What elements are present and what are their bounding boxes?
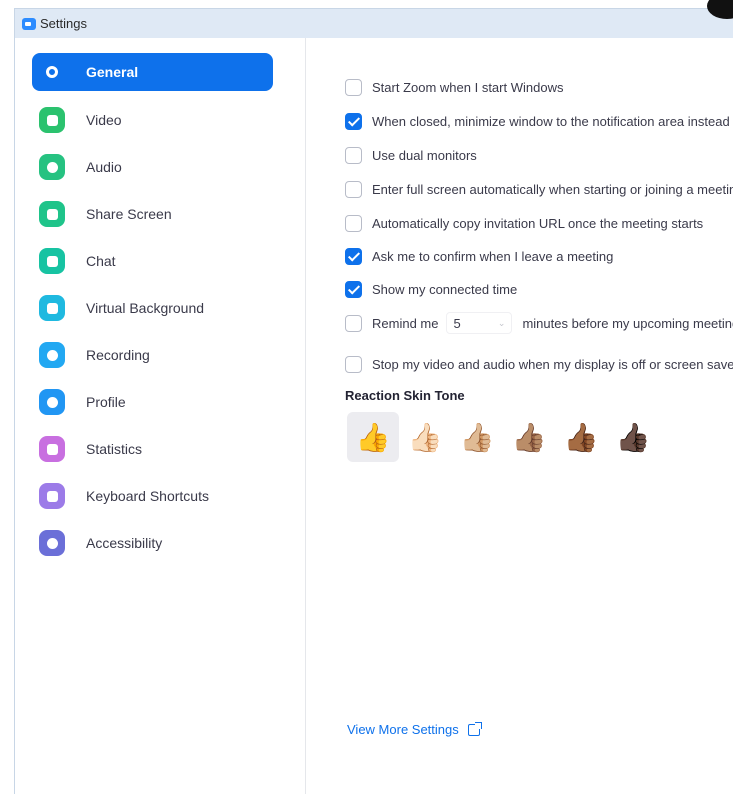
option-label: Use dual monitors <box>372 147 477 163</box>
option-stop-video-display-off[interactable]: Stop my video and audio when my display … <box>345 354 733 374</box>
view-more-settings-label: View More Settings <box>347 722 459 737</box>
option-copy-invite-url[interactable]: Automatically copy invitation URL once t… <box>345 213 703 233</box>
skin-tone-medium[interactable]: 👍🏽 <box>503 412 555 462</box>
recording-icon <box>39 342 65 368</box>
skin-tone-light[interactable]: 👍🏻 <box>399 412 451 462</box>
sidebar-item-label: Chat <box>86 253 116 269</box>
statistics-icon <box>39 436 65 462</box>
keyboard-icon <box>39 483 65 509</box>
skin-tone-default[interactable]: 👍 <box>347 412 399 462</box>
option-connected-time[interactable]: Show my connected time <box>345 279 517 299</box>
option-confirm-leave[interactable]: Ask me to confirm when I leave a meeting <box>345 246 613 266</box>
sidebar-item-recording[interactable]: Recording <box>32 336 273 374</box>
corner-shape <box>707 0 733 19</box>
sidebar-item-label: Audio <box>86 159 122 175</box>
external-link-icon <box>467 721 482 736</box>
skin-tone-dark[interactable]: 👍🏿 <box>607 412 659 462</box>
checkbox[interactable] <box>345 280 362 298</box>
skin-tone-medium-dark[interactable]: 👍🏾 <box>555 412 607 462</box>
zoom-app-icon <box>22 17 36 30</box>
option-auto-fullscreen[interactable]: Enter full screen automatically when sta… <box>345 179 733 199</box>
option-label: Remind me <box>372 315 439 331</box>
sidebar-item-label: Video <box>86 112 122 128</box>
checkbox[interactable] <box>345 146 362 164</box>
title-bar: Settings <box>14 0 733 38</box>
option-label-suffix: minutes before my upcoming meetings <box>522 315 733 331</box>
sidebar-item-profile[interactable]: Profile <box>32 383 273 421</box>
sidebar-item-statistics[interactable]: Statistics <box>32 430 273 468</box>
reaction-skin-tone-title: Reaction Skin Tone <box>345 388 465 403</box>
checkbox[interactable] <box>345 314 362 332</box>
view-more-settings-link[interactable]: View More Settings <box>347 721 482 737</box>
virtual-background-icon <box>39 295 65 321</box>
option-start-with-windows[interactable]: Start Zoom when I start Windows <box>345 77 563 97</box>
option-label: Stop my video and audio when my display … <box>372 356 733 372</box>
sidebar-item-label: General <box>86 64 139 80</box>
window-title: Settings <box>40 16 87 31</box>
stepper-value: 5 <box>453 315 461 331</box>
option-label: When closed, minimize window to the noti… <box>372 113 733 129</box>
option-minimize-to-tray[interactable]: When closed, minimize window to the noti… <box>345 111 733 131</box>
sidebar-item-video[interactable]: Video <box>32 101 273 139</box>
sidebar-item-label: Accessibility <box>86 535 163 551</box>
general-settings-panel: Start Zoom when I start Windows When clo… <box>307 38 733 794</box>
sidebar-item-label: Keyboard Shortcuts <box>86 488 209 504</box>
headphones-icon <box>39 154 65 180</box>
sidebar-item-label: Recording <box>86 347 150 363</box>
checkbox[interactable] <box>345 355 362 373</box>
checkbox[interactable] <box>345 78 362 96</box>
sidebar: General Video Audio Share Screen Chat Vi… <box>15 38 306 794</box>
accessibility-icon <box>39 530 65 556</box>
sidebar-item-keyboard-shortcuts[interactable]: Keyboard Shortcuts <box>32 477 273 515</box>
checkbox[interactable] <box>345 180 362 198</box>
profile-icon <box>39 389 65 415</box>
sidebar-item-share-screen[interactable]: Share Screen <box>32 195 273 233</box>
sidebar-item-label: Statistics <box>86 441 143 457</box>
remind-minutes-stepper[interactable]: 5 ⌄ <box>446 312 513 334</box>
option-dual-monitors[interactable]: Use dual monitors <box>345 145 477 165</box>
gear-icon <box>39 59 65 85</box>
sidebar-item-virtual-background[interactable]: Virtual Background <box>32 289 273 327</box>
sidebar-item-label: Share Screen <box>86 206 172 222</box>
chevron-down-icon[interactable]: ⌄ <box>498 318 506 329</box>
sidebar-item-accessibility[interactable]: Accessibility <box>32 524 273 562</box>
option-label: Automatically copy invitation URL once t… <box>372 215 704 231</box>
chat-icon <box>39 248 65 274</box>
share-screen-icon <box>39 201 65 227</box>
checkbox[interactable] <box>345 214 362 232</box>
option-remind-me[interactable]: Remind me 5 ⌄ minutes before my upcoming… <box>345 312 733 334</box>
checkbox[interactable] <box>345 247 362 265</box>
sidebar-item-label: Virtual Background <box>86 300 205 316</box>
option-label: Show my connected time <box>372 281 518 297</box>
sidebar-item-chat[interactable]: Chat <box>32 242 273 280</box>
sidebar-item-label: Profile <box>86 394 126 410</box>
video-icon <box>39 107 65 133</box>
skin-tone-picker: 👍 👍🏻 👍🏼 👍🏽 👍🏾 👍🏿 <box>347 412 659 462</box>
skin-tone-medium-light[interactable]: 👍🏼 <box>451 412 503 462</box>
option-label: Ask me to confirm when I leave a meeting <box>372 248 614 264</box>
sidebar-item-general[interactable]: General <box>32 53 273 91</box>
checkbox[interactable] <box>345 112 362 130</box>
option-label: Enter full screen automatically when sta… <box>372 181 733 197</box>
option-label: Start Zoom when I start Windows <box>372 79 564 95</box>
sidebar-item-audio[interactable]: Audio <box>32 148 273 186</box>
settings-window: General Video Audio Share Screen Chat Vi… <box>14 38 733 794</box>
